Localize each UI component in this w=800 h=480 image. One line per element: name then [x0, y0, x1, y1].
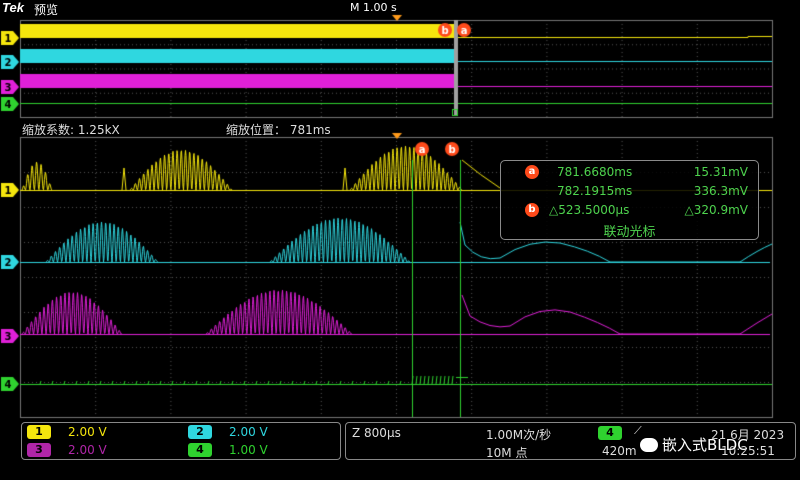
- trigger-channel-badge[interactable]: 4: [598, 426, 622, 440]
- channel-scale-panel[interactable]: 1 2.00 V 2 2.00 V 3 2.00 V 4 1.00 V: [21, 422, 341, 460]
- ch1-scale: 2.00 V: [68, 425, 107, 439]
- ch3-badge[interactable]: 3: [27, 443, 51, 457]
- record-length: 10M 点: [486, 446, 528, 460]
- zoom-scale: Z 800μs: [352, 426, 401, 440]
- brand-logo: Tek: [2, 0, 24, 15]
- top-bar: Tek 预览 M 1.00 s: [0, 0, 800, 17]
- trigger-edge-icon: ⟋: [634, 424, 642, 437]
- zoom-factor-label: 缩放系数: 1.25kX: [22, 123, 120, 137]
- cursor-a-volt: 15.31mV: [693, 165, 748, 179]
- ch2-scale: 2.00 V: [229, 425, 268, 439]
- ch4-badge[interactable]: 4: [188, 443, 212, 457]
- cursor-delta-time: △523.5000μs: [549, 203, 630, 217]
- ch3-scale: 2.00 V: [68, 443, 107, 457]
- status-bar: 1 2.00 V 2 2.00 V 3 2.00 V 4 1.00 V Z 80…: [0, 420, 800, 480]
- ch2-badge[interactable]: 2: [188, 425, 212, 439]
- zoom-position-label: 缩放位置： 781ms: [226, 123, 331, 137]
- cursor-b-volt: 336.3mV: [693, 184, 748, 198]
- watermark-text: 嵌入式BLDC: [662, 436, 748, 454]
- scope-display[interactable]: [0, 0, 800, 480]
- cursor-a-time: 781.6680ms: [557, 165, 633, 179]
- timebase-readout[interactable]: M 1.00 s: [350, 1, 397, 14]
- cursor-a-marker: a: [525, 165, 539, 179]
- cursor-readout-panel[interactable]: a 781.6680ms 15.31mV 782.1915ms 336.3mV …: [500, 160, 759, 240]
- trigger-level: 420m: [602, 444, 637, 458]
- cursor-b-marker: b: [525, 203, 539, 217]
- cursor-b-time: 782.1915ms: [557, 184, 633, 198]
- linked-cursor-label[interactable]: 联动光标: [501, 221, 758, 240]
- wechat-icon: [640, 438, 658, 452]
- ch4-scale: 1.00 V: [229, 443, 268, 457]
- sample-rate: 1.00M次/秒: [486, 428, 552, 442]
- cursor-delta-volt: △320.9mV: [684, 203, 748, 217]
- mode-label: 预览: [34, 3, 59, 17]
- ch1-badge[interactable]: 1: [27, 425, 51, 439]
